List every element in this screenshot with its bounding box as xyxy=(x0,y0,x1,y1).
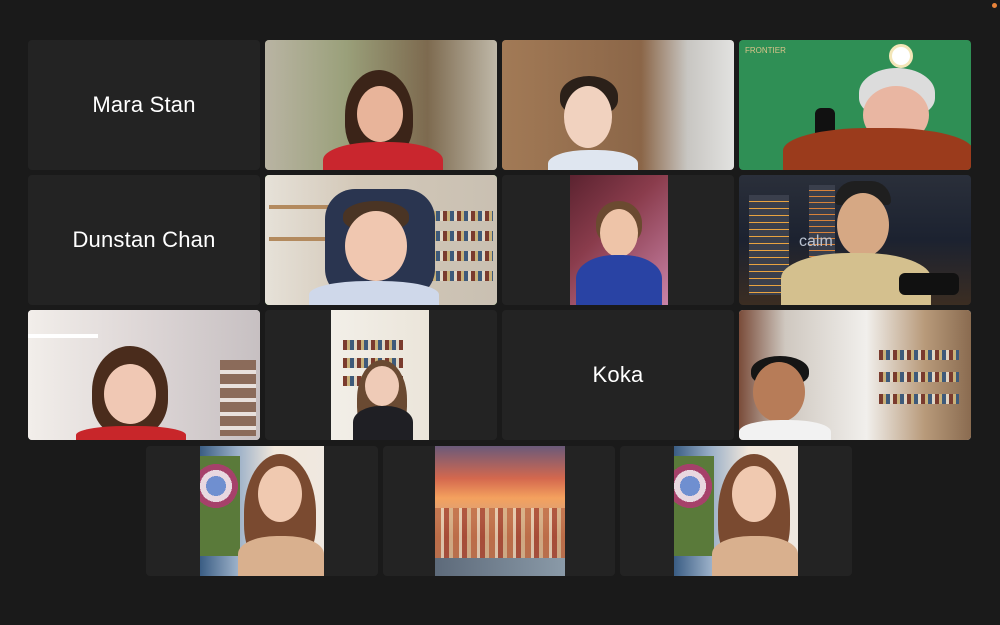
photo-wall xyxy=(220,360,256,436)
video-feed xyxy=(674,446,798,576)
participant-video-man-bookshelf[interactable] xyxy=(739,310,971,440)
torso xyxy=(238,536,324,576)
participant-tile-dunstan-chan[interactable]: Dunstan Chan xyxy=(28,175,260,305)
participant-video-woman-red[interactable] xyxy=(265,40,497,170)
participant-video-girl-room[interactable] xyxy=(28,310,260,440)
face xyxy=(753,362,805,422)
participant-name: Koka xyxy=(592,362,644,387)
participant-video-girl-blue[interactable] xyxy=(502,175,734,305)
stopwatch-icon xyxy=(889,44,913,68)
face xyxy=(600,209,638,257)
bookshelf xyxy=(879,350,959,360)
torso xyxy=(783,128,971,170)
participant-video-city-background[interactable]: calm xyxy=(739,175,971,305)
river xyxy=(435,558,565,576)
torso xyxy=(323,142,443,170)
participant-video-young-man[interactable] xyxy=(502,40,734,170)
torso xyxy=(76,426,186,440)
shelf xyxy=(269,205,329,209)
video-feed xyxy=(502,40,734,170)
video-feed xyxy=(570,175,668,305)
face xyxy=(365,366,399,406)
bookshelf xyxy=(879,394,959,404)
participant-video-active-speaker[interactable] xyxy=(265,175,497,305)
channel-logo: FRONTIER xyxy=(745,46,786,55)
shelf xyxy=(269,237,329,241)
flowers xyxy=(200,456,240,556)
face xyxy=(357,86,403,142)
torso xyxy=(548,150,638,170)
bookshelf xyxy=(879,372,959,382)
participant-name: Mara Stan xyxy=(92,92,196,117)
face xyxy=(837,193,889,257)
recording-indicator xyxy=(992,3,997,8)
video-feed xyxy=(331,310,429,440)
torso xyxy=(309,281,439,305)
video-feed xyxy=(435,446,565,576)
torso xyxy=(739,420,831,440)
background-text: calm xyxy=(799,233,833,250)
face xyxy=(104,364,156,424)
torso xyxy=(353,406,413,440)
torso xyxy=(712,536,798,576)
participant-tile-mara-stan[interactable]: Mara Stan xyxy=(28,40,260,170)
flowers xyxy=(674,456,714,556)
participant-video-girl-bookshelf[interactable] xyxy=(265,310,497,440)
participant-video-woman-flowers-2[interactable] xyxy=(620,446,852,576)
video-feed xyxy=(200,446,324,576)
face xyxy=(564,86,612,148)
torso xyxy=(576,255,662,305)
participant-video-city-sunset[interactable] xyxy=(383,446,615,576)
face xyxy=(258,466,302,522)
microphone-icon xyxy=(899,273,959,295)
shelf xyxy=(28,334,98,338)
participant-video-green-screen[interactable]: FRONTIER xyxy=(739,40,971,170)
participant-name: Dunstan Chan xyxy=(72,227,216,252)
face xyxy=(732,466,776,522)
bookshelf xyxy=(343,340,403,350)
face xyxy=(345,211,407,281)
city-rooftops xyxy=(435,508,565,558)
participant-video-woman-flowers-1[interactable] xyxy=(146,446,378,576)
participant-tile-koka[interactable]: Koka xyxy=(502,310,734,440)
